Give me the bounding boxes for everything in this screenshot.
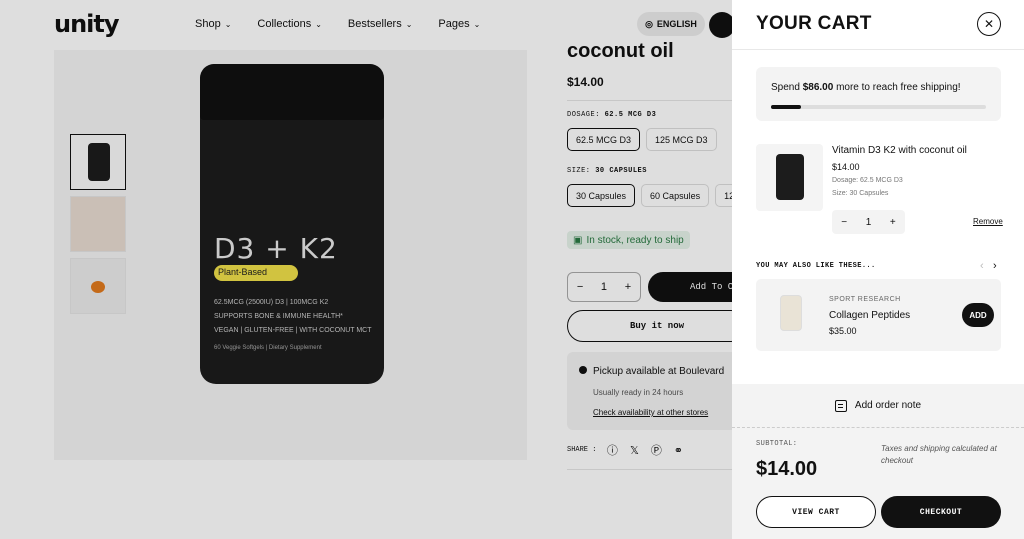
recommendation-card: SPORT RESEARCH Collagen Peptides $35.00 …	[756, 279, 1001, 351]
cart-item-quantity-stepper: − 1 +	[832, 210, 905, 234]
recommendation-price: $35.00	[829, 326, 857, 336]
shipping-progress-bar	[771, 105, 986, 109]
add-order-note-button[interactable]: Add order note	[732, 384, 1024, 428]
recommendation-image[interactable]	[780, 295, 802, 331]
cart-title: YOUR CART	[756, 13, 872, 34]
shipping-progress-fill	[771, 105, 802, 109]
note-icon	[834, 399, 847, 412]
cart-header: YOUR CART ✕	[732, 0, 1024, 50]
cart-item-image[interactable]	[756, 144, 823, 211]
minus-icon[interactable]: −	[841, 217, 847, 228]
free-shipping-box: Spend $86.00 more to reach free shipping…	[756, 67, 1001, 121]
tax-note: Taxes and shipping calculated at checkou…	[881, 444, 997, 465]
cart-item-bottle	[776, 154, 804, 200]
recommendations-title: YOU MAY ALSO LIKE THESE...	[756, 262, 876, 270]
subtotal-amount: $14.00	[756, 458, 818, 480]
cart-drawer: YOUR CART ✕ Spend $86.00 more to reach f…	[732, 0, 1024, 539]
close-cart-button[interactable]: ✕	[977, 12, 1001, 36]
add-recommendation-button[interactable]: ADD	[962, 303, 994, 327]
remove-item-link[interactable]: Remove	[973, 217, 1003, 226]
drawer-backdrop[interactable]	[0, 0, 732, 539]
plus-icon[interactable]: +	[890, 217, 896, 228]
close-icon: ✕	[983, 17, 995, 31]
cart-item-size: Size: 30 Capsules	[832, 190, 889, 197]
free-shipping-text: Spend $86.00 more to reach free shipping…	[771, 82, 961, 93]
cart-footer: SUBTOTAL: $14.00 Taxes and shipping calc…	[732, 428, 1024, 539]
subtotal-label: SUBTOTAL:	[756, 440, 798, 448]
chevron-left-icon[interactable]: ‹	[980, 260, 984, 272]
cart-item-name[interactable]: Vitamin D3 K2 with coconut oil	[832, 145, 967, 156]
recommendation-name[interactable]: Collagen Peptides	[829, 310, 910, 321]
cart-item-dosage: Dosage: 62.5 MCG D3	[832, 177, 903, 184]
recommendation-brand: SPORT RESEARCH	[829, 296, 901, 303]
chevron-right-icon[interactable]: ›	[993, 260, 997, 272]
cart-item-price: $14.00	[832, 162, 860, 172]
view-cart-button[interactable]: VIEW CART	[756, 496, 876, 528]
checkout-button[interactable]: CHECKOUT	[881, 496, 1001, 528]
